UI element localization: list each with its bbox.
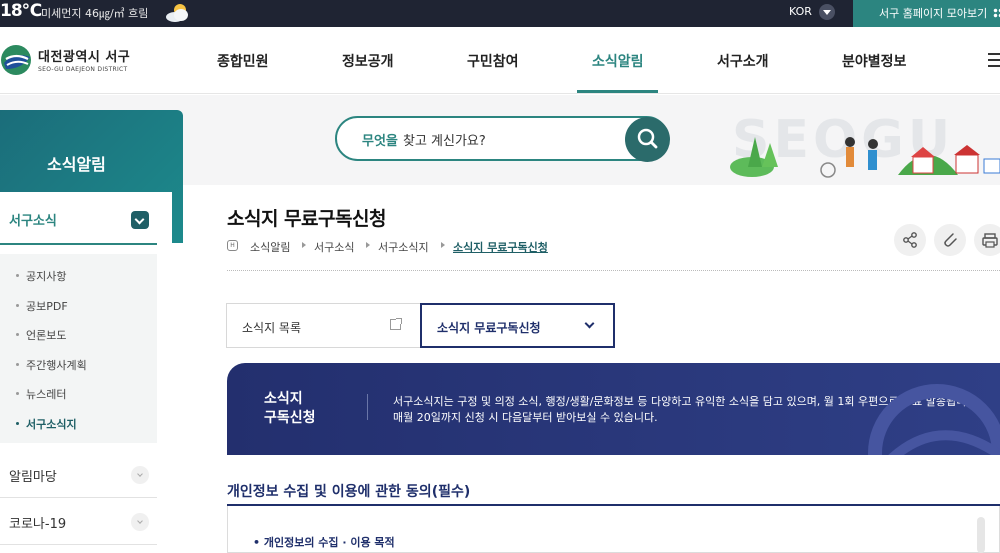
lnb-sub-item-press[interactable]: 언론보도 — [16, 327, 66, 343]
language-label: KOR — [789, 5, 812, 18]
temperature: 18℃ — [0, 1, 42, 21]
breadcrumb-current: 소식지 무료구독신청 — [453, 241, 548, 254]
chevron-down-icon — [584, 318, 595, 329]
print-button[interactable] — [974, 224, 1000, 256]
breadcrumb-separator-icon — [441, 242, 445, 248]
utility-bar: 18℃ 미세먼지 46㎍/㎥ 흐림 KOR 서구 홈페이지 모아보기 — [0, 0, 1000, 27]
banner-title: 소식지 구독신청 — [264, 391, 316, 426]
lnb-sub-item-label: 뉴스레터 — [26, 388, 67, 401]
lnb-sub-item-label: 언론보도 — [26, 329, 67, 342]
breadcrumb-separator-icon — [302, 242, 306, 248]
lnb-sub-item-label: 서구소식지 — [26, 418, 77, 431]
lnb-group-label: 알림마당 — [9, 470, 57, 485]
chevron-down-icon[interactable] — [131, 513, 149, 531]
banner-divider — [367, 394, 368, 420]
breadcrumb-item[interactable]: 서구소식지 — [378, 239, 429, 255]
share-button[interactable] — [894, 224, 926, 256]
site-header: 대전광역시 서구 SEO-GU DAEJEON DISTRICT 종합민원 정보… — [0, 27, 1000, 94]
attach-icon — [944, 233, 957, 247]
left-navigation: 서구소식 공지사항 공보PDF 언론보도 주간행사계획 뉴스레터 서구소식지 알… — [0, 192, 172, 553]
sites-collection-label: 서구 홈페이지 모아보기 — [879, 7, 988, 20]
search-placeholder-emphasis: 무엇을 — [362, 134, 398, 149]
chevron-down-icon[interactable] — [131, 466, 149, 484]
logo-name[interactable]: 대전광역시 서구 — [38, 46, 130, 65]
share-icon — [903, 232, 917, 248]
tab-label: 소식지 무료구독신청 — [437, 321, 541, 335]
gnb-item-fields[interactable]: 분야별정보 — [842, 51, 906, 71]
info-banner: 소식지 구독신청 서구소식지는 구정 및 의정 소식, 행정/생활/문화정보 등… — [227, 363, 1000, 455]
page-title: 소식지 무료구독신청 — [227, 208, 386, 230]
lnb-group-label: 코로나-19 — [9, 517, 67, 532]
emblem-watermark — [868, 384, 1000, 455]
collapse-toggle-icon[interactable] — [131, 211, 149, 229]
lnb-sub-item-pdf[interactable]: 공보PDF — [16, 298, 68, 314]
tab-subscribe[interactable]: 소식지 무료구독신청 — [420, 303, 615, 348]
consent-scrollbar[interactable] — [977, 517, 985, 553]
attach-button[interactable] — [934, 224, 966, 256]
gnb-item-participation[interactable]: 구민참여 — [467, 51, 519, 71]
consent-item-title: • 개인정보의 수집 · 이용 목적 — [253, 536, 395, 549]
language-dropdown-button[interactable] — [819, 4, 835, 20]
lnb-group-covid[interactable]: 코로나-19 — [0, 499, 157, 545]
consent-section-title: 개인정보 수집 및 이용에 관한 동의(필수) — [227, 484, 471, 500]
logo-icon[interactable] — [0, 43, 33, 77]
lnb-sub-item-magazine[interactable]: 서구소식지 — [16, 416, 77, 432]
gnb-item-info[interactable]: 정보공개 — [342, 51, 394, 71]
lnb-sub-item-notice[interactable]: 공지사항 — [16, 268, 66, 284]
air-quality-text: 미세먼지 46㎍/㎥ 흐림 — [41, 7, 149, 20]
external-link-icon — [390, 318, 402, 330]
lnb-submenu: 공지사항 공보PDF 언론보도 주간행사계획 뉴스레터 서구소식지 — [0, 254, 157, 443]
tab-magazine-list[interactable]: 소식지 목록 — [226, 303, 421, 348]
search-button[interactable] — [625, 117, 670, 162]
lnb-title: 소식알림 — [47, 155, 106, 174]
seogu-illustration: SEOGU — [730, 110, 1000, 178]
lnb-sub-item-label: 공지사항 — [26, 270, 67, 283]
gnb-active-indicator — [577, 90, 658, 93]
sites-collection-button[interactable]: 서구 홈페이지 모아보기 — [853, 0, 1000, 27]
lnb-group-notice-board[interactable]: 알림마당 — [0, 452, 157, 498]
gnb-item-about[interactable]: 서구소개 — [717, 51, 769, 71]
title-divider — [227, 270, 1000, 271]
logo-subtitle: SEO-GU DAEJEON DISTRICT — [38, 66, 128, 73]
tab-label: 소식지 목록 — [242, 321, 302, 335]
print-icon — [982, 233, 998, 248]
lnb-section-label: 서구소식 — [9, 214, 57, 229]
cloudy-sun-icon — [166, 4, 188, 22]
gnb-item-news[interactable]: 소식알림 — [592, 51, 644, 71]
lnb-sub-item-label: 공보PDF — [26, 300, 68, 313]
lnb-sub-item-weekly[interactable]: 주간행사계획 — [16, 357, 87, 373]
lnb-sub-item-newsletter[interactable]: 뉴스레터 — [16, 386, 66, 402]
lnb-sub-item-label: 주간행사계획 — [26, 359, 87, 372]
search-icon — [637, 128, 658, 149]
search-placeholder-text: 찾고 계신가요? — [403, 134, 486, 149]
breadcrumb-separator-icon — [366, 242, 370, 248]
search-box[interactable]: 무엇을 찾고 계신가요? — [335, 116, 670, 162]
hamburger-menu-icon[interactable] — [988, 53, 1000, 67]
consent-content-box: • 개인정보의 수집 · 이용 목적 — [227, 506, 1000, 553]
grid-icon — [993, 8, 1000, 18]
lnb-section-seogu-news[interactable]: 서구소식 — [0, 192, 157, 245]
breadcrumb-item[interactable]: 소식알림 — [250, 239, 290, 255]
breadcrumb-item[interactable]: 서구소식 — [314, 239, 354, 255]
gnb-item-civil[interactable]: 종합민원 — [217, 51, 269, 71]
home-icon[interactable]: H — [227, 240, 238, 251]
